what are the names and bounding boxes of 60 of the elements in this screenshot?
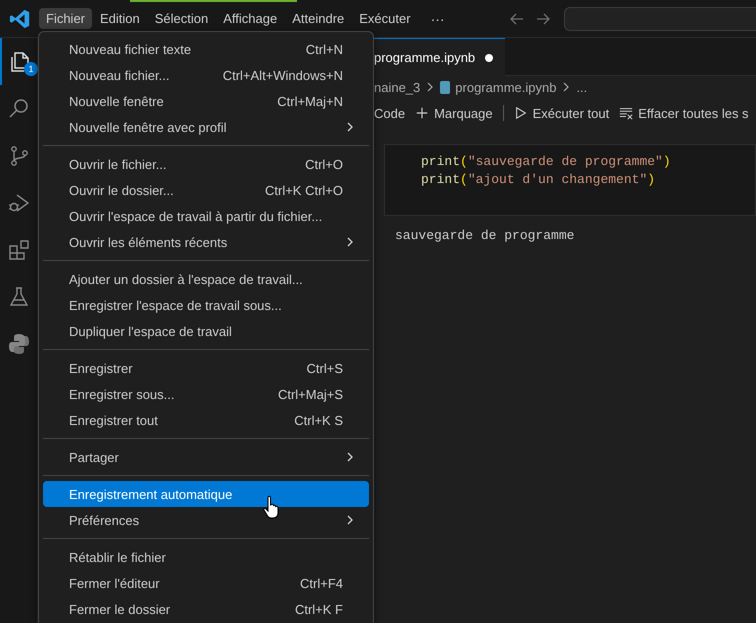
menu-item[interactable]: Enregistrer l'espace de travail sous...: [43, 292, 369, 318]
shortcut-label: Ctrl+Maj+N: [277, 94, 343, 108]
breadcrumb-item[interactable]: naine_3: [374, 80, 420, 94]
toolbar-action[interactable]: Exécuter tout: [532, 106, 610, 120]
shortcut-label: Ctrl+K F: [294, 602, 343, 616]
blocks-icon: [6, 238, 30, 262]
code-cell[interactable]: print("sauvegarde de programme") print("ajout d'un changement"): [384, 144, 756, 216]
clear-list-icon: [619, 106, 634, 120]
menu-item[interactable]: Fermer le dossier Ctrl+K F: [43, 596, 369, 622]
cell-output: sauvegarde de programme: [395, 228, 576, 243]
shortcut-label: Ctrl+K S: [294, 412, 343, 428]
code-line: print("ajout d'un changement"): [421, 171, 656, 189]
menu-item[interactable]: Nouvelle fenêtre avec profil: [43, 114, 369, 140]
menu-item[interactable]: Ajouter un dossier à l'espace de travail...: [43, 266, 369, 292]
menu-item[interactable]: Nouvelle fenêtre Ctrl+Maj+N: [43, 88, 369, 114]
menu-item[interactable]: Enregistrer Ctrl+S: [43, 355, 369, 381]
menu-item[interactable]: Enregistrement automatique: [43, 481, 369, 507]
chevron-icon: [426, 82, 434, 92]
menu-item[interactable]: Ouvrir l'espace de travail à partir du fichier...: [43, 203, 369, 229]
shortcut-label: Ctrl+S: [306, 360, 343, 376]
menu-item[interactable]: Enregistrer sous... Ctrl+Maj+S: [43, 381, 369, 407]
toolbar-action[interactable]: Effacer toutes les s: [638, 106, 749, 120]
shortcut-label: Ctrl+O: [305, 156, 343, 172]
back-arrow-icon[interactable]: [508, 10, 525, 26]
menu-item[interactable]: Partager: [43, 444, 369, 470]
menu-item[interactable]: Dupliquer l'espace de travail: [43, 318, 369, 344]
menu-bar-item[interactable]: Atteindre: [285, 8, 352, 29]
menu-bar-item[interactable]: Affichage: [216, 8, 284, 29]
menu-bar-item[interactable]: Exécuter: [352, 8, 418, 29]
breadcrumb-item[interactable]: ...: [576, 80, 588, 94]
menu-bar-item[interactable]: Sélection: [148, 8, 216, 29]
shortcut-label: Ctrl+Alt+Windows+N: [222, 68, 343, 82]
shortcut-label: Ctrl+F4: [300, 576, 343, 590]
menu-bar-item[interactable]: Edition: [93, 8, 147, 29]
toolbar-action[interactable]: Marquage: [434, 106, 493, 120]
menu-item[interactable]: Ouvrir le fichier... Ctrl+O: [43, 151, 369, 177]
shortcut-label: Ctrl+K Ctrl+O: [264, 182, 343, 198]
toolbar-action[interactable]: Code: [374, 106, 406, 120]
menu-item[interactable]: Préférences: [43, 507, 369, 533]
shortcut-label: Ctrl+N: [306, 42, 343, 56]
hand-cursor-icon: [263, 495, 281, 519]
app-logo-icon: [9, 8, 31, 30]
forward-arrow-icon[interactable]: [534, 10, 551, 26]
python-icon: [6, 332, 30, 356]
menu-item[interactable]: Rétablir le fichier: [43, 544, 369, 570]
shortcut-label: Ctrl+Maj+S: [278, 386, 343, 402]
search-icon: [6, 96, 30, 120]
run-icon: [514, 106, 528, 120]
chevron-icon: [562, 82, 570, 92]
menu-item[interactable]: Fermer l'éditeur Ctrl+F4: [43, 570, 369, 596]
breadcrumb-item[interactable]: programme.ipynb: [455, 80, 556, 94]
menu-item[interactable]: Ouvrir les éléments récents: [43, 229, 369, 255]
notification-badge: 1: [24, 62, 38, 76]
search-field[interactable]: [564, 6, 756, 30]
menu-bar-item[interactable]: Fichier: [39, 8, 92, 29]
menu-item[interactable]: Enregistrer tout Ctrl+K S: [43, 407, 369, 433]
more-menu[interactable]: ···: [418, 10, 455, 26]
plus-icon: [415, 106, 430, 120]
menu-item[interactable]: Ouvrir le dossier... Ctrl+K Ctrl+O: [43, 177, 369, 203]
code-line: print("sauvegarde de programme"): [421, 153, 672, 171]
